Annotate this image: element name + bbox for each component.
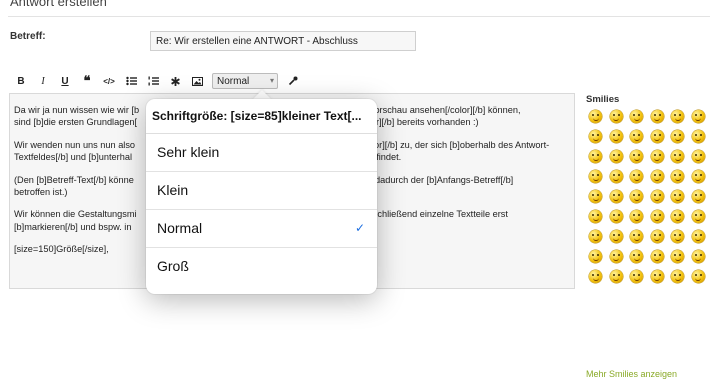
code-icon: </>: [103, 76, 115, 86]
smilies-heading: Smilies: [586, 94, 620, 105]
smiley-icon[interactable]: [630, 150, 643, 163]
smiley-icon[interactable]: [589, 210, 602, 223]
image-button[interactable]: [186, 71, 208, 91]
smiley-icon[interactable]: [671, 230, 684, 243]
checkmark-icon: ✓: [354, 221, 365, 235]
asterisk-button[interactable]: [164, 71, 186, 91]
quote-icon: ❝: [83, 73, 91, 88]
smiley-icon[interactable]: [630, 250, 643, 263]
size-option-klein[interactable]: Klein: [146, 172, 377, 210]
smiley-icon[interactable]: [609, 130, 623, 143]
smiley-icon[interactable]: [671, 190, 684, 203]
page-title: Antwort erstellen: [10, 0, 107, 9]
size-option-normal[interactable]: Normal ✓: [146, 210, 377, 248]
smiley-icon[interactable]: [609, 210, 623, 223]
bullet-list-button[interactable]: [120, 71, 142, 91]
more-smilies-link[interactable]: Mehr Smilies anzeigen: [586, 369, 677, 379]
smiley-icon[interactable]: [589, 110, 602, 123]
quote-button[interactable]: ❝: [76, 71, 98, 91]
smiley-icon[interactable]: [630, 270, 643, 283]
subject-label: Betreff:: [10, 31, 46, 42]
smiley-icon[interactable]: [589, 230, 602, 243]
smiley-icon[interactable]: [589, 190, 602, 203]
smiley-icon[interactable]: [630, 230, 643, 243]
asterisk-icon: [170, 76, 180, 86]
smiley-icon[interactable]: [691, 170, 705, 183]
font-size-select[interactable]: Normal ▾: [212, 73, 278, 89]
smiley-icon[interactable]: [671, 210, 684, 223]
italic-button[interactable]: I: [32, 71, 54, 91]
smiley-icon[interactable]: [609, 230, 623, 243]
size-option-gross[interactable]: Groß: [146, 248, 377, 285]
smiley-icon[interactable]: [650, 150, 664, 163]
bullet-list-icon: [125, 76, 137, 86]
smiley-icon[interactable]: [630, 130, 643, 143]
numbered-list-button[interactable]: [142, 71, 164, 91]
smiley-icon[interactable]: [691, 270, 705, 283]
smilies-grid: [586, 107, 714, 287]
color-button[interactable]: [282, 71, 304, 91]
smiley-icon[interactable]: [650, 250, 664, 263]
smiley-icon[interactable]: [589, 130, 602, 143]
smiley-icon[interactable]: [609, 110, 623, 123]
font-size-popup: Schriftgröße: [size=85]kleiner Text[... …: [146, 99, 377, 294]
smiley-icon[interactable]: [691, 210, 705, 223]
smiley-icon[interactable]: [589, 270, 602, 283]
smiley-icon[interactable]: [691, 150, 705, 163]
smiley-icon[interactable]: [609, 170, 623, 183]
smiley-icon[interactable]: [650, 230, 664, 243]
smiley-icon[interactable]: [650, 110, 664, 123]
smiley-icon[interactable]: [671, 270, 684, 283]
subject-input[interactable]: Re: Wir erstellen eine ANTWORT - Abschlu…: [150, 31, 416, 51]
smiley-icon[interactable]: [671, 150, 684, 163]
smiley-icon[interactable]: [589, 150, 602, 163]
smiley-icon[interactable]: [630, 210, 643, 223]
smiley-icon[interactable]: [609, 270, 623, 283]
size-option-sehr-klein[interactable]: Sehr klein: [146, 134, 377, 172]
smiley-icon[interactable]: [650, 130, 664, 143]
numbered-list-icon: [148, 76, 159, 86]
smiley-icon[interactable]: [630, 110, 643, 123]
eyedropper-icon: [288, 76, 298, 86]
smiley-icon[interactable]: [609, 150, 623, 163]
smiley-icon[interactable]: [609, 250, 623, 263]
smiley-icon[interactable]: [671, 170, 684, 183]
smiley-icon[interactable]: [650, 270, 664, 283]
smiley-icon[interactable]: [671, 250, 684, 263]
smiley-icon[interactable]: [630, 190, 643, 203]
smiley-icon[interactable]: [691, 110, 705, 123]
underline-button[interactable]: U: [54, 71, 76, 91]
smiley-icon[interactable]: [691, 230, 705, 243]
chevron-down-icon: ▾: [269, 76, 274, 85]
bold-button[interactable]: B: [10, 71, 32, 91]
image-icon: [191, 76, 203, 86]
smiley-icon[interactable]: [650, 170, 664, 183]
smiley-icon[interactable]: [691, 190, 705, 203]
smiley-icon[interactable]: [671, 130, 684, 143]
smiley-icon[interactable]: [589, 170, 602, 183]
code-button[interactable]: </>: [98, 71, 120, 91]
smiley-icon[interactable]: [630, 170, 643, 183]
font-size-value: Normal: [217, 75, 250, 87]
divider: [8, 16, 710, 17]
smiley-icon[interactable]: [691, 130, 705, 143]
smiley-icon[interactable]: [691, 250, 705, 263]
smiley-icon[interactable]: [589, 250, 602, 263]
editor-toolbar: B I U ❝ </> Normal ▾: [10, 70, 320, 92]
smiley-icon[interactable]: [609, 190, 623, 203]
smiley-icon[interactable]: [671, 110, 684, 123]
smiley-icon[interactable]: [650, 210, 664, 223]
popup-title: Schriftgröße: [size=85]kleiner Text[...: [146, 99, 377, 134]
smiley-icon[interactable]: [650, 190, 664, 203]
